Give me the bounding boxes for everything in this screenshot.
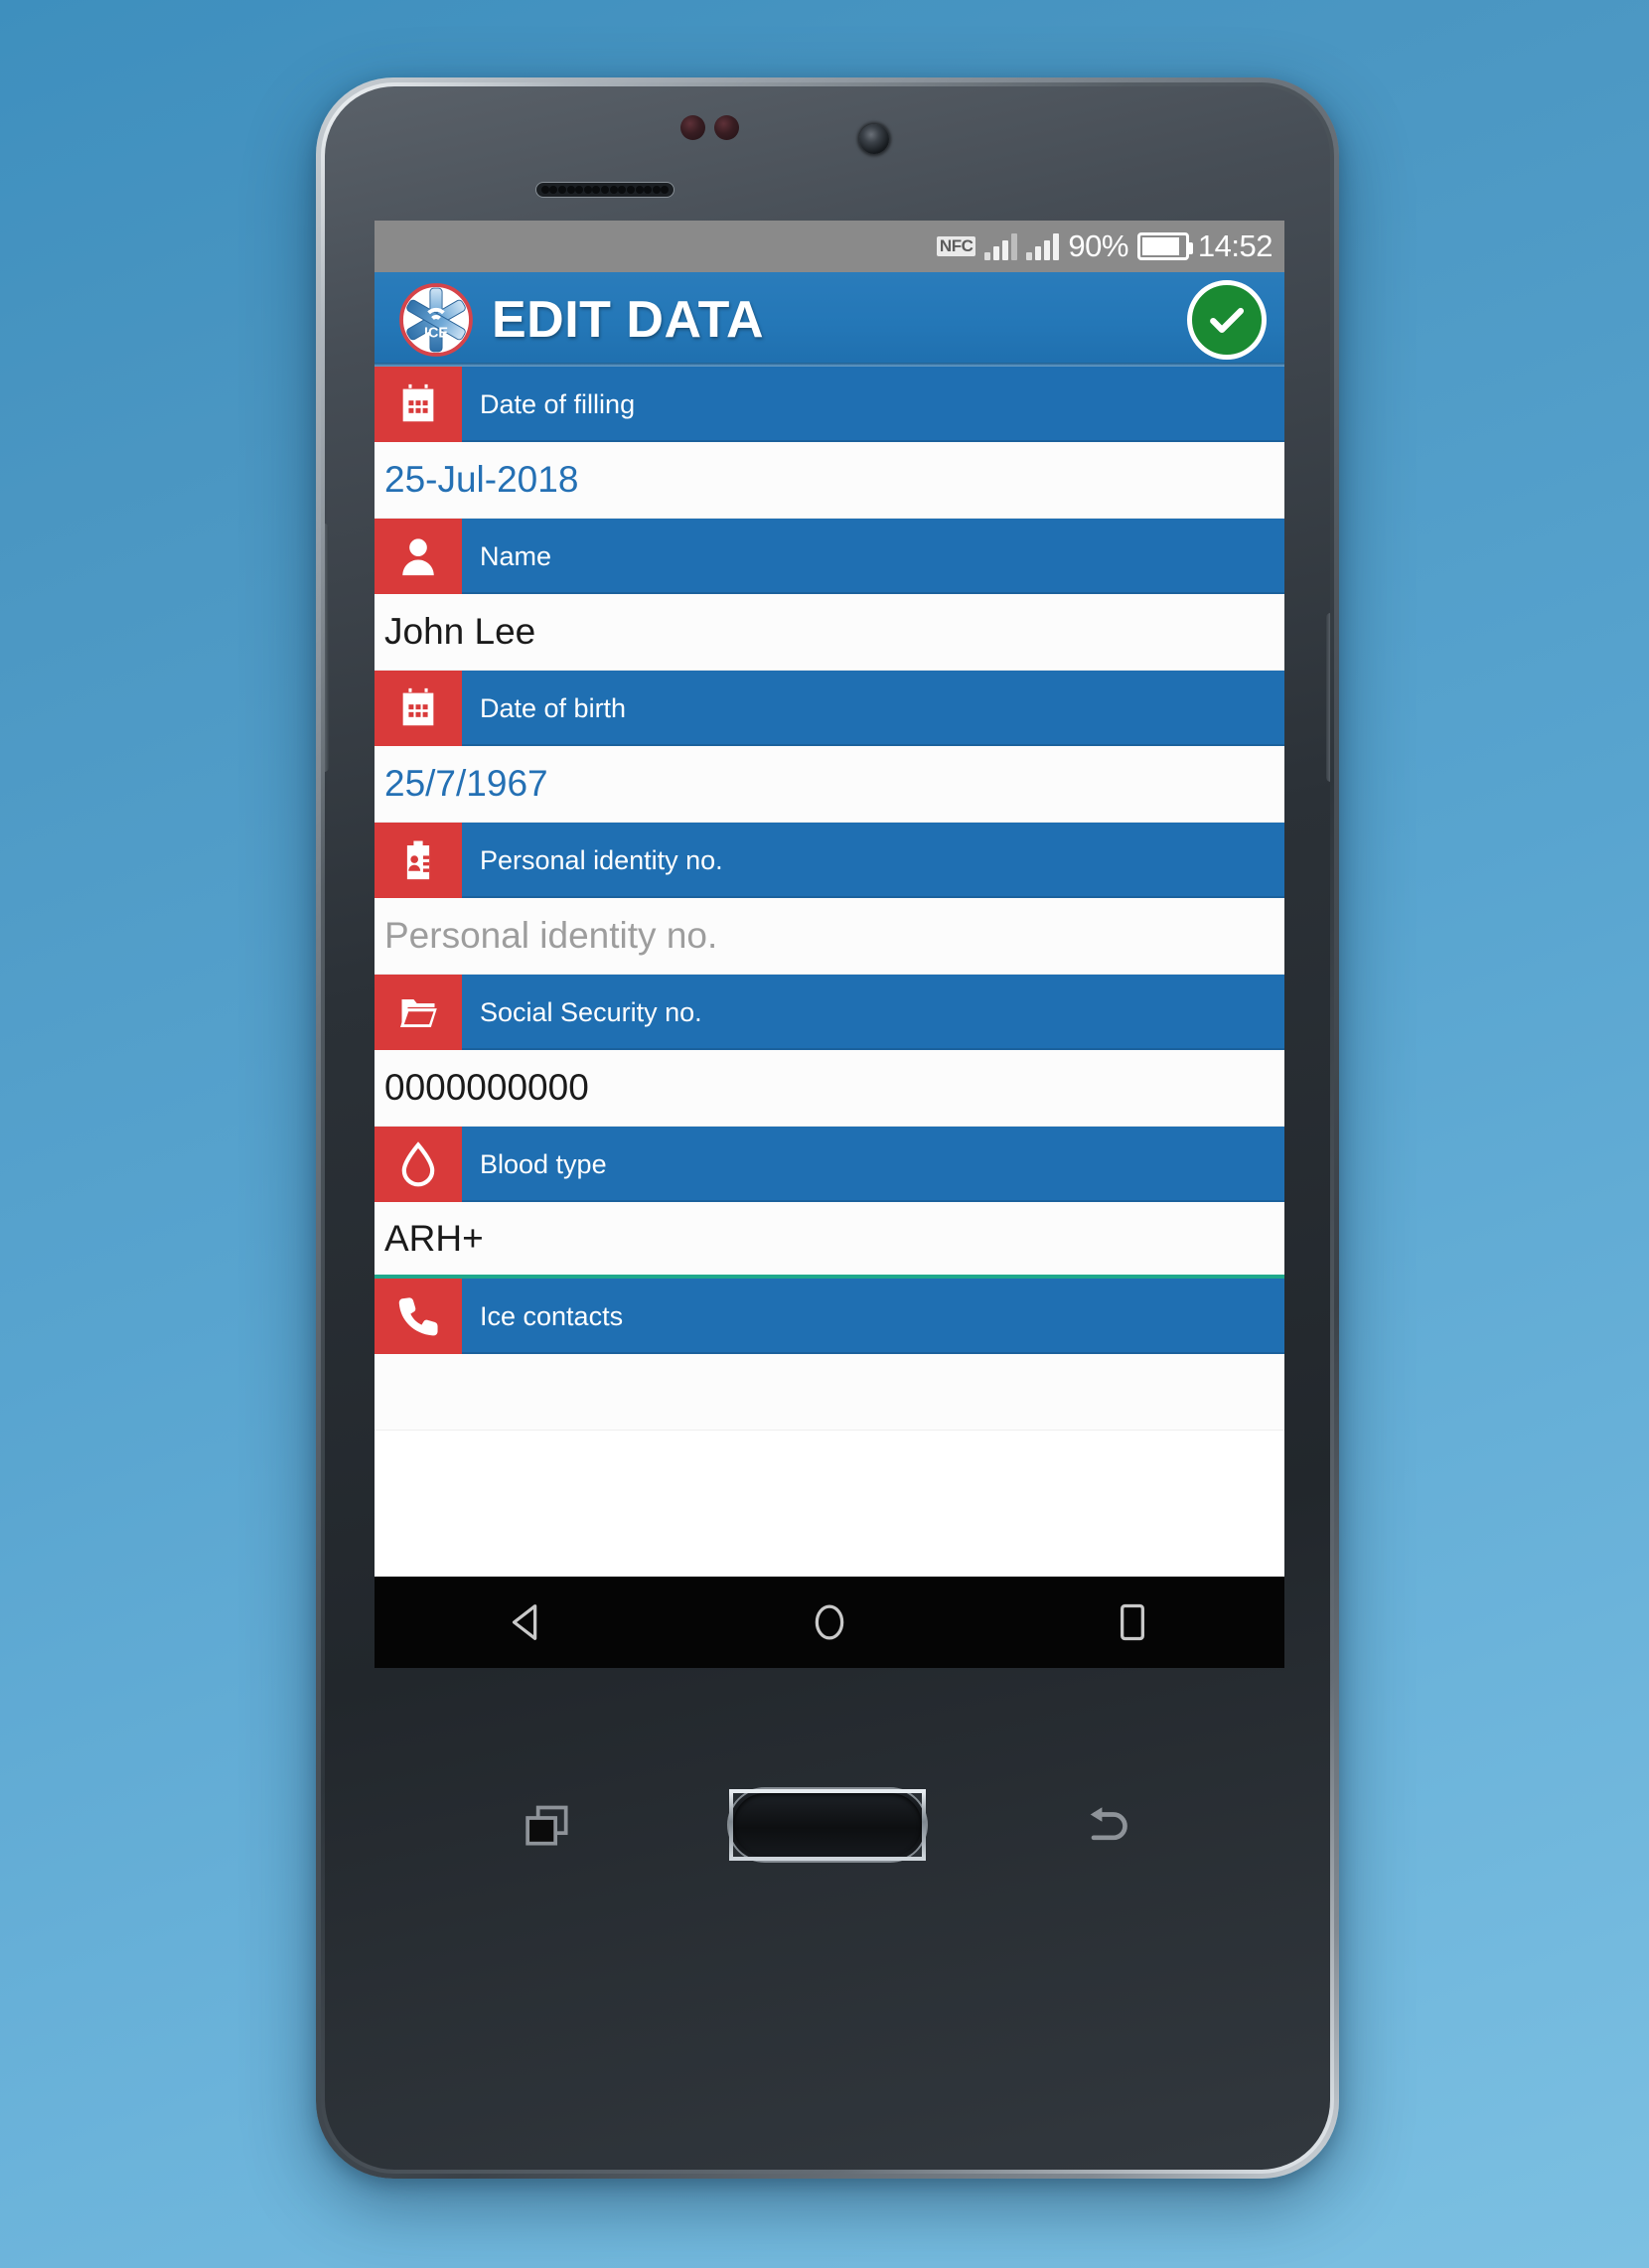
volume-hardware-button[interactable] [325,524,329,772]
name-input[interactable]: John Lee [375,594,1284,671]
social-security-no-input[interactable]: 0000000000 [375,1050,1284,1127]
android-nav-bar [375,1577,1284,1668]
field-header: Personal identity no. [375,823,1284,898]
field-header: Date of filling [375,367,1284,442]
signal-bars-icon-2 [1026,232,1060,260]
home-hardware-button[interactable] [729,1789,926,1861]
field-personal-identity-no: Personal identity no. Personal identity … [375,823,1284,975]
calendar-icon [375,671,462,746]
field-label: Personal identity no. [462,823,1284,898]
field-header: Blood type [375,1127,1284,1202]
proximity-sensor-icon [680,115,705,140]
phone-device: NFC 90% 14:52 ICE EDIT DATA Date of fill… [316,77,1339,2179]
edit-data-form: Date of filling 25-Jul-2018 Name John Le… [375,367,1284,1431]
field-header: Name [375,519,1284,594]
folder-icon [375,975,462,1050]
field-label: Blood type [462,1127,1284,1202]
field-label: Date of birth [462,671,1284,746]
status-bar: NFC 90% 14:52 [375,221,1284,272]
back-hardware-button[interactable] [1075,1792,1140,1858]
hardware-button-row [325,1731,1330,1919]
field-blood-type: Blood type ARH+ [375,1127,1284,1279]
field-social-security-no: Social Security no. 0000000000 [375,975,1284,1127]
recents-hardware-button[interactable] [515,1792,580,1858]
field-header: Social Security no. [375,975,1284,1050]
phone-bezel-inner: NFC 90% 14:52 ICE EDIT DATA Date of fill… [321,82,1334,2174]
light-sensor-icon [714,115,739,140]
field-name: Name John Lee [375,519,1284,671]
field-label: Date of filling [462,367,1284,442]
blood-type-input[interactable]: ARH+ [375,1202,1284,1279]
person-icon [375,519,462,594]
field-label: Social Security no. [462,975,1284,1050]
battery-percent-label: 90% [1068,228,1128,263]
field-label: Ice contacts [462,1279,1284,1354]
calendar-icon [375,367,462,442]
front-camera-icon [859,124,889,154]
battery-icon [1136,232,1193,260]
field-date-of-birth: Date of birth 25/7/1967 [375,671,1284,823]
svg-text:ICE: ICE [424,325,448,341]
power-hardware-button[interactable] [1326,613,1330,782]
phone-body: NFC 90% 14:52 ICE EDIT DATA Date of fill… [325,86,1330,2170]
phone-icon [375,1279,462,1354]
id-card-icon [375,823,462,898]
phone-screen: NFC 90% 14:52 ICE EDIT DATA Date of fill… [375,221,1284,1577]
home-nav-icon[interactable] [770,1592,889,1652]
status-clock: 14:52 [1197,228,1274,263]
blood-drop-icon [375,1127,462,1202]
date-of-filling-input[interactable]: 25-Jul-2018 [375,442,1284,519]
field-header: Ice contacts [375,1279,1284,1354]
field-label: Name [462,519,1284,594]
save-check-button[interactable] [1187,279,1267,360]
recents-nav-icon[interactable] [1073,1592,1192,1652]
field-ice-contacts: Ice contacts [375,1279,1284,1431]
field-date-of-filling: Date of filling 25-Jul-2018 [375,367,1284,519]
nfc-icon: NFC [936,236,976,256]
field-header: Date of birth [375,671,1284,746]
page-title: EDIT DATA [492,290,765,349]
check-icon [1210,307,1245,333]
date-of-birth-input[interactable]: 25/7/1967 [375,746,1284,823]
ice-star-of-life-logo: ICE [399,282,473,357]
earpiece-speaker [535,182,675,198]
app-bar: ICE EDIT DATA [375,272,1284,367]
signal-bars-icon-1 [984,232,1018,260]
personal-identity-no-input[interactable]: Personal identity no. [375,898,1284,975]
ice-contacts-input[interactable] [375,1354,1284,1431]
back-nav-icon[interactable] [467,1592,586,1652]
